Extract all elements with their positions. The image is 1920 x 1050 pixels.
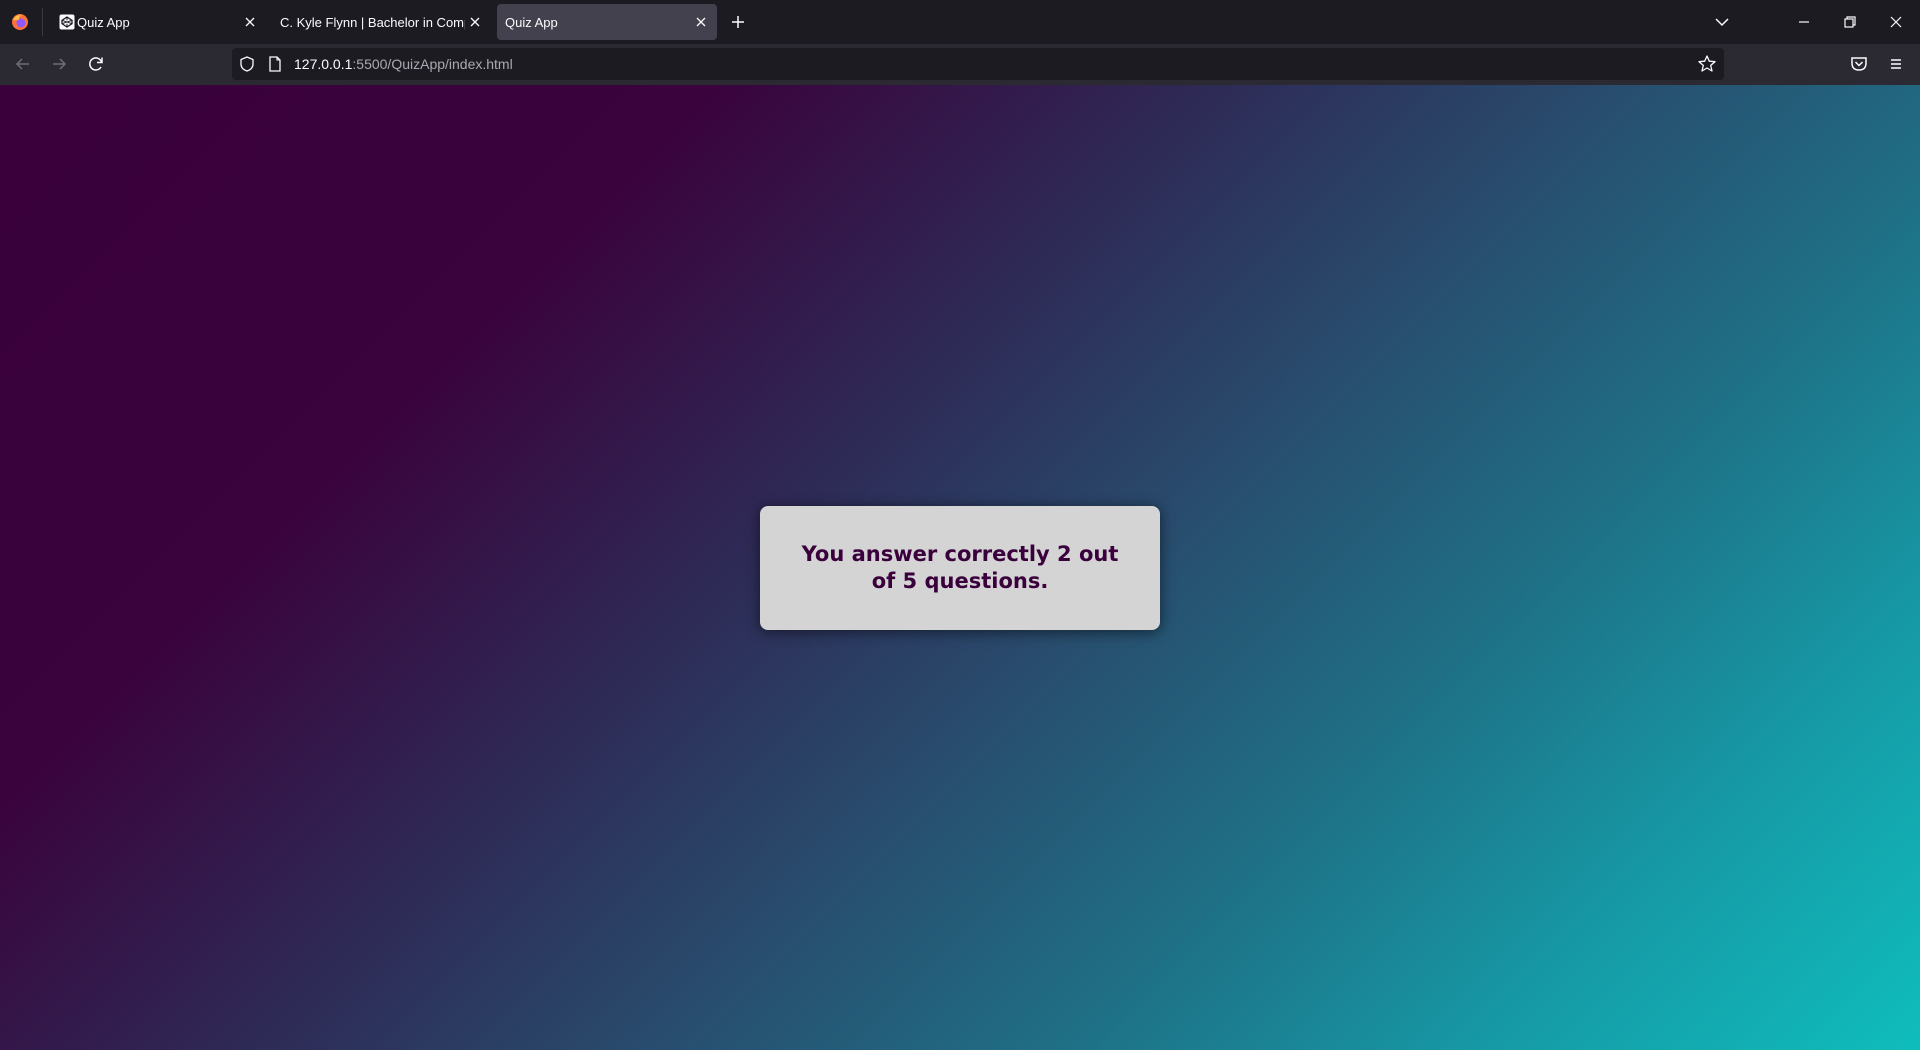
pocket-icon[interactable]	[1847, 52, 1871, 76]
url-path: :5500/QuizApp/index.html	[352, 56, 513, 72]
restore-icon[interactable]	[1838, 10, 1862, 34]
reload-icon[interactable]	[84, 52, 108, 76]
tab-kyle-flynn[interactable]: C. Kyle Flynn | Bachelor in Computer Sci…	[270, 4, 488, 40]
quiz-result-card: You answer correctly 2 out of 5 question…	[760, 506, 1160, 630]
hamburger-menu-icon[interactable]	[1884, 52, 1908, 76]
url-host: 127.0.0.1	[294, 56, 353, 72]
tab-list-chevron-down-icon[interactable]	[1710, 10, 1734, 34]
tab-separator	[42, 8, 43, 36]
url-text[interactable]: 127.0.0.1:5500/QuizApp/index.html	[294, 56, 513, 72]
minimize-icon[interactable]	[1792, 10, 1816, 34]
quiz-page-background: You answer correctly 2 out of 5 question…	[0, 85, 1920, 1050]
url-bar[interactable]: 127.0.0.1:5500/QuizApp/index.html	[232, 48, 1724, 80]
navigation-bar: 127.0.0.1:5500/QuizApp/index.html	[0, 44, 1920, 85]
bookmark-star-icon[interactable]	[1696, 53, 1718, 75]
firefox-logo-icon[interactable]	[10, 12, 30, 32]
shield-icon[interactable]	[238, 55, 256, 73]
new-tab-plus-icon[interactable]	[727, 11, 749, 33]
codepen-icon	[59, 14, 75, 30]
close-tab-icon[interactable]	[241, 13, 259, 31]
tab-quiz-app-1[interactable]: Quiz App	[47, 4, 261, 40]
tab-strip: Quiz App C. Kyle Flynn | Bachelor in Com…	[0, 0, 1920, 44]
tab-title: C. Kyle Flynn | Bachelor in Computer Sci…	[280, 15, 465, 30]
page-icon[interactable]	[266, 55, 284, 73]
forward-arrow-icon[interactable]	[47, 52, 71, 76]
close-tab-icon[interactable]	[692, 13, 710, 31]
back-arrow-icon[interactable]	[11, 52, 35, 76]
quiz-result-message: You answer correctly 2 out of 5 question…	[801, 542, 1119, 593]
close-tab-icon[interactable]	[466, 13, 484, 31]
tab-title: Quiz App	[77, 15, 130, 30]
close-window-icon[interactable]	[1884, 10, 1908, 34]
tab-title: Quiz App	[505, 15, 558, 30]
tab-quiz-app-active[interactable]: Quiz App	[497, 4, 717, 40]
